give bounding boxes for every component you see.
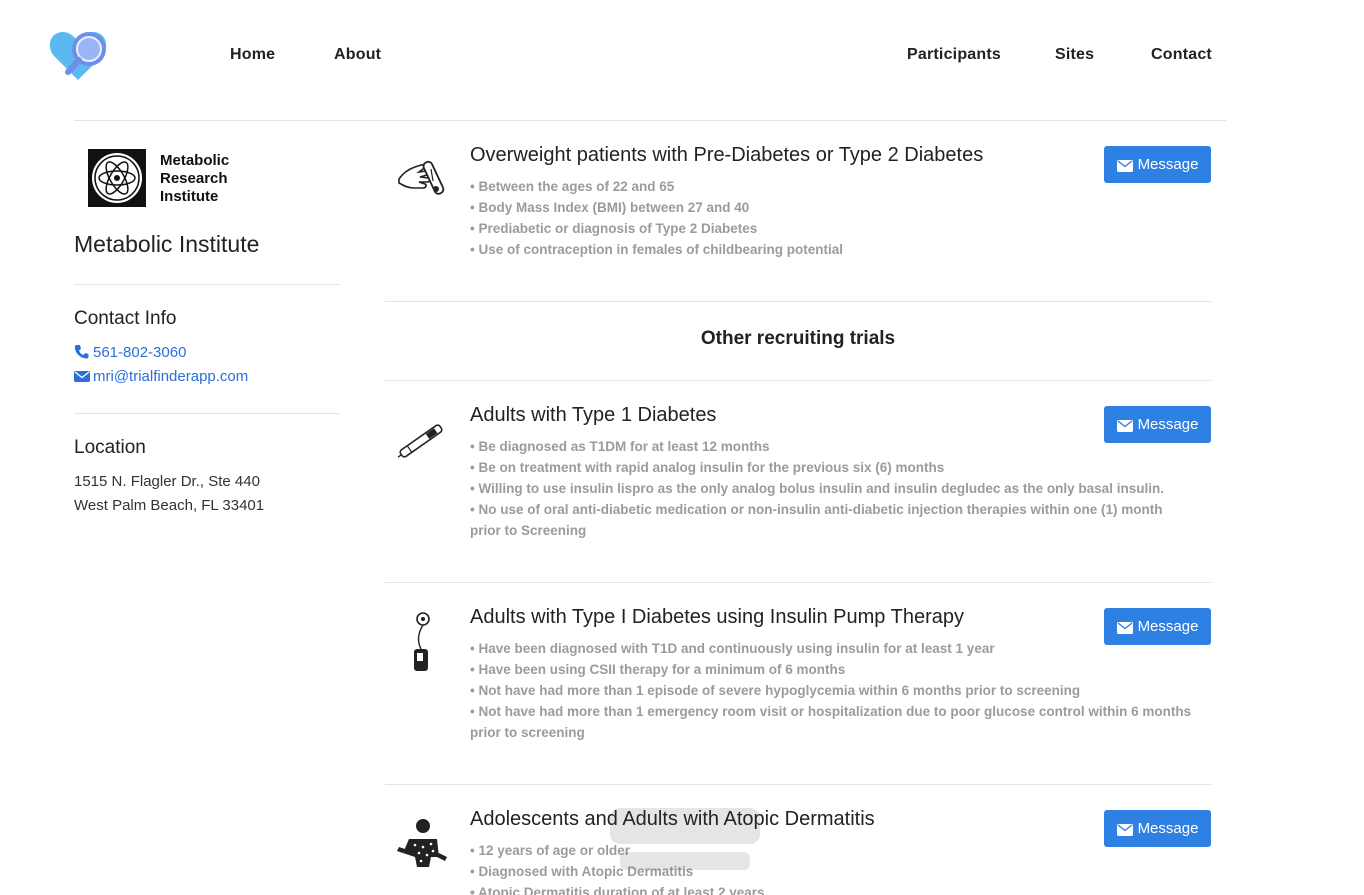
email-address[interactable]: mri@trialfinderapp.com [93,368,248,385]
nav-about-link[interactable]: About [334,46,381,64]
criteria-item: Willing to use insulin lispro as the onl… [470,478,1195,499]
envelope-icon [1116,419,1133,432]
heart-search-logo-icon[interactable] [48,28,112,84]
address-line-2: West Palm Beach, FL 33401 [74,497,265,514]
contact-info-heading: Contact Info [74,308,177,329]
criteria-item: Between the ages of 22 and 65 [470,176,1195,197]
criteria-item: Diagnosed with Atopic Dermatitis [470,861,1195,882]
insulin-pen-icon [393,413,449,469]
criteria-item: No use of oral anti-diabetic medication … [470,499,1195,541]
location-heading: Location [74,437,146,458]
trial-title[interactable]: Overweight patients with Pre-Diabetes or… [470,144,983,167]
site-name-heading: Metabolic Institute [74,231,260,257]
logo-wordmark: Metabolic Research Institute [160,152,229,206]
criteria-list: Be diagnosed as T1DM for at least 12 mon… [470,436,1195,541]
glucose-meter-icon [393,151,449,207]
message-button-label[interactable]: Message [1138,820,1199,837]
message-button[interactable]: Message [1104,146,1211,183]
watermark-logo [600,800,770,880]
message-button[interactable]: Message [1104,608,1211,645]
trial-title[interactable]: Adults with Type I Diabetes using Insuli… [470,606,964,629]
logo-line: Metabolic [160,152,230,169]
message-button-label[interactable]: Message [1138,156,1199,173]
criteria-item: 12 years of age or older [470,840,1195,861]
section-divider [385,380,1211,381]
site-logo: Metabolic Research Institute [88,149,248,209]
email-link[interactable]: mri@trialfinderapp.com [74,368,248,385]
logo-line: Research [160,170,228,187]
header-divider [74,120,1226,121]
section-divider [385,582,1211,583]
logo-line: Institute [160,188,219,205]
top-navbar: Home About Participants Sites Contact [0,0,1364,110]
phone-icon [74,344,90,359]
section-divider [385,784,1211,785]
criteria-item: Have been using CSII therapy for a minim… [470,659,1195,680]
phone-link[interactable]: 561-802-3060 [74,344,186,361]
criteria-list: 12 years of age or older Diagnosed with … [470,840,1195,895]
atom-seal-icon [88,149,146,207]
criteria-item: Prediabetic or diagnosis of Type 2 Diabe… [470,218,1195,239]
message-button[interactable]: Message [1104,406,1211,443]
nav-sites-link[interactable]: Sites [1055,46,1094,64]
envelope-icon [1116,621,1133,634]
sidebar-divider [74,413,340,414]
trial-title[interactable]: Adults with Type 1 Diabetes [470,404,716,427]
section-divider [385,301,1211,302]
envelope-icon [1116,823,1133,836]
criteria-item: Not have had more than 1 episode of seve… [470,680,1195,701]
criteria-item: Be diagnosed as T1DM for at least 12 mon… [470,436,1195,457]
sidebar-divider [74,284,340,285]
criteria-list: Have been diagnosed with T1D and continu… [470,638,1195,743]
criteria-item: Atopic Dermatitis duration of at least 2… [470,882,1195,895]
criteria-item: Use of contraception in females of child… [470,239,1195,260]
address-line-1: 1515 N. Flagler Dr., Ste 440 [74,473,260,490]
criteria-item: Not have had more than 1 emergency room … [470,701,1195,743]
criteria-list: Between the ages of 22 and 65 Body Mass … [470,176,1195,260]
other-trials-heading: Other recruiting trials [700,328,896,349]
phone-number[interactable]: 561-802-3060 [93,344,186,361]
skin-condition-icon [393,817,449,873]
message-button-label[interactable]: Message [1138,618,1199,635]
criteria-item: Be on treatment with rapid analog insuli… [470,457,1195,478]
message-button-label[interactable]: Message [1138,416,1199,433]
insulin-pump-icon [393,611,449,671]
criteria-item: Body Mass Index (BMI) between 27 and 40 [470,197,1195,218]
criteria-item: Have been diagnosed with T1D and continu… [470,638,1195,659]
nav-home-link[interactable]: Home [230,46,275,64]
nav-contact-link[interactable]: Contact [1151,46,1212,64]
envelope-icon [1116,159,1133,172]
message-button[interactable]: Message [1104,810,1211,847]
nav-participants-link[interactable]: Participants [907,46,1001,64]
envelope-icon [74,370,90,384]
